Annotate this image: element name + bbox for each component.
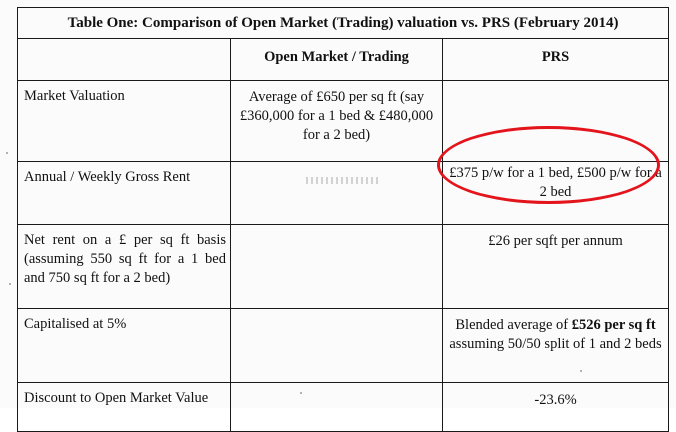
row-label-net-rent: Net rent on a £ per sq ft basis (assumin… xyxy=(17,224,231,309)
scan-speck xyxy=(300,392,302,394)
table-row: Capitalised at 5% Blended average of £52… xyxy=(17,308,670,383)
cell-prs-rent: £375 p/w for a 1 bed, £500 p/w for a 2 b… xyxy=(441,161,670,225)
document-page: Table One: Comparison of Open Market (Tr… xyxy=(0,0,676,432)
cell-prs-valuation xyxy=(441,80,670,162)
cell-prs-discount: -23.6% xyxy=(441,382,670,432)
cell-prs-net-rent: £26 per sqft per annum xyxy=(441,224,670,309)
row-label-gross-rent: Annual / Weekly Gross Rent xyxy=(17,161,231,225)
prs-capitalised-text-1: Blended average of xyxy=(455,317,572,333)
cell-open-market-valuation: Average of £650 per sq ft (say £360,000 … xyxy=(230,80,443,162)
header-label-cell xyxy=(17,38,231,81)
comparison-table: Table One: Comparison of Open Market (Tr… xyxy=(16,7,670,432)
scan-smudge xyxy=(305,177,380,184)
cell-open-market-net-rent xyxy=(230,224,443,309)
prs-capitalised-text-2: assuming 50/50 split of 1 and 2 beds xyxy=(449,336,662,352)
cell-open-market-rent xyxy=(230,161,443,225)
scan-speck xyxy=(580,370,582,372)
table-header-row: Open Market / Trading PRS xyxy=(17,38,670,81)
row-label-discount: Discount to Open Market Value xyxy=(17,382,231,432)
table-row: Market Valuation Average of £650 per sq … xyxy=(17,80,670,162)
row-label-capitalised: Capitalised at 5% xyxy=(17,308,231,383)
cell-open-market-capitalised xyxy=(230,308,443,383)
header-prs: PRS xyxy=(441,38,670,81)
table-title: Table One: Comparison of Open Market (Tr… xyxy=(16,7,670,39)
cell-prs-capitalised: Blended average of £526 per sq ft assumi… xyxy=(441,308,670,383)
header-open-market: Open Market / Trading xyxy=(230,38,443,81)
scan-speck xyxy=(6,152,8,154)
cell-open-market-discount xyxy=(230,382,443,432)
table-row: Annual / Weekly Gross Rent £375 p/w for … xyxy=(17,161,670,225)
table-title-row: Table One: Comparison of Open Market (Tr… xyxy=(16,7,670,39)
row-label-market-valuation: Market Valuation xyxy=(17,80,231,162)
scan-speck xyxy=(9,283,11,285)
table-row: Discount to Open Market Value -23.6% xyxy=(17,382,670,432)
prs-capitalised-bold: £526 per sq ft xyxy=(571,317,656,333)
table-row: Net rent on a £ per sq ft basis (assumin… xyxy=(17,224,670,309)
